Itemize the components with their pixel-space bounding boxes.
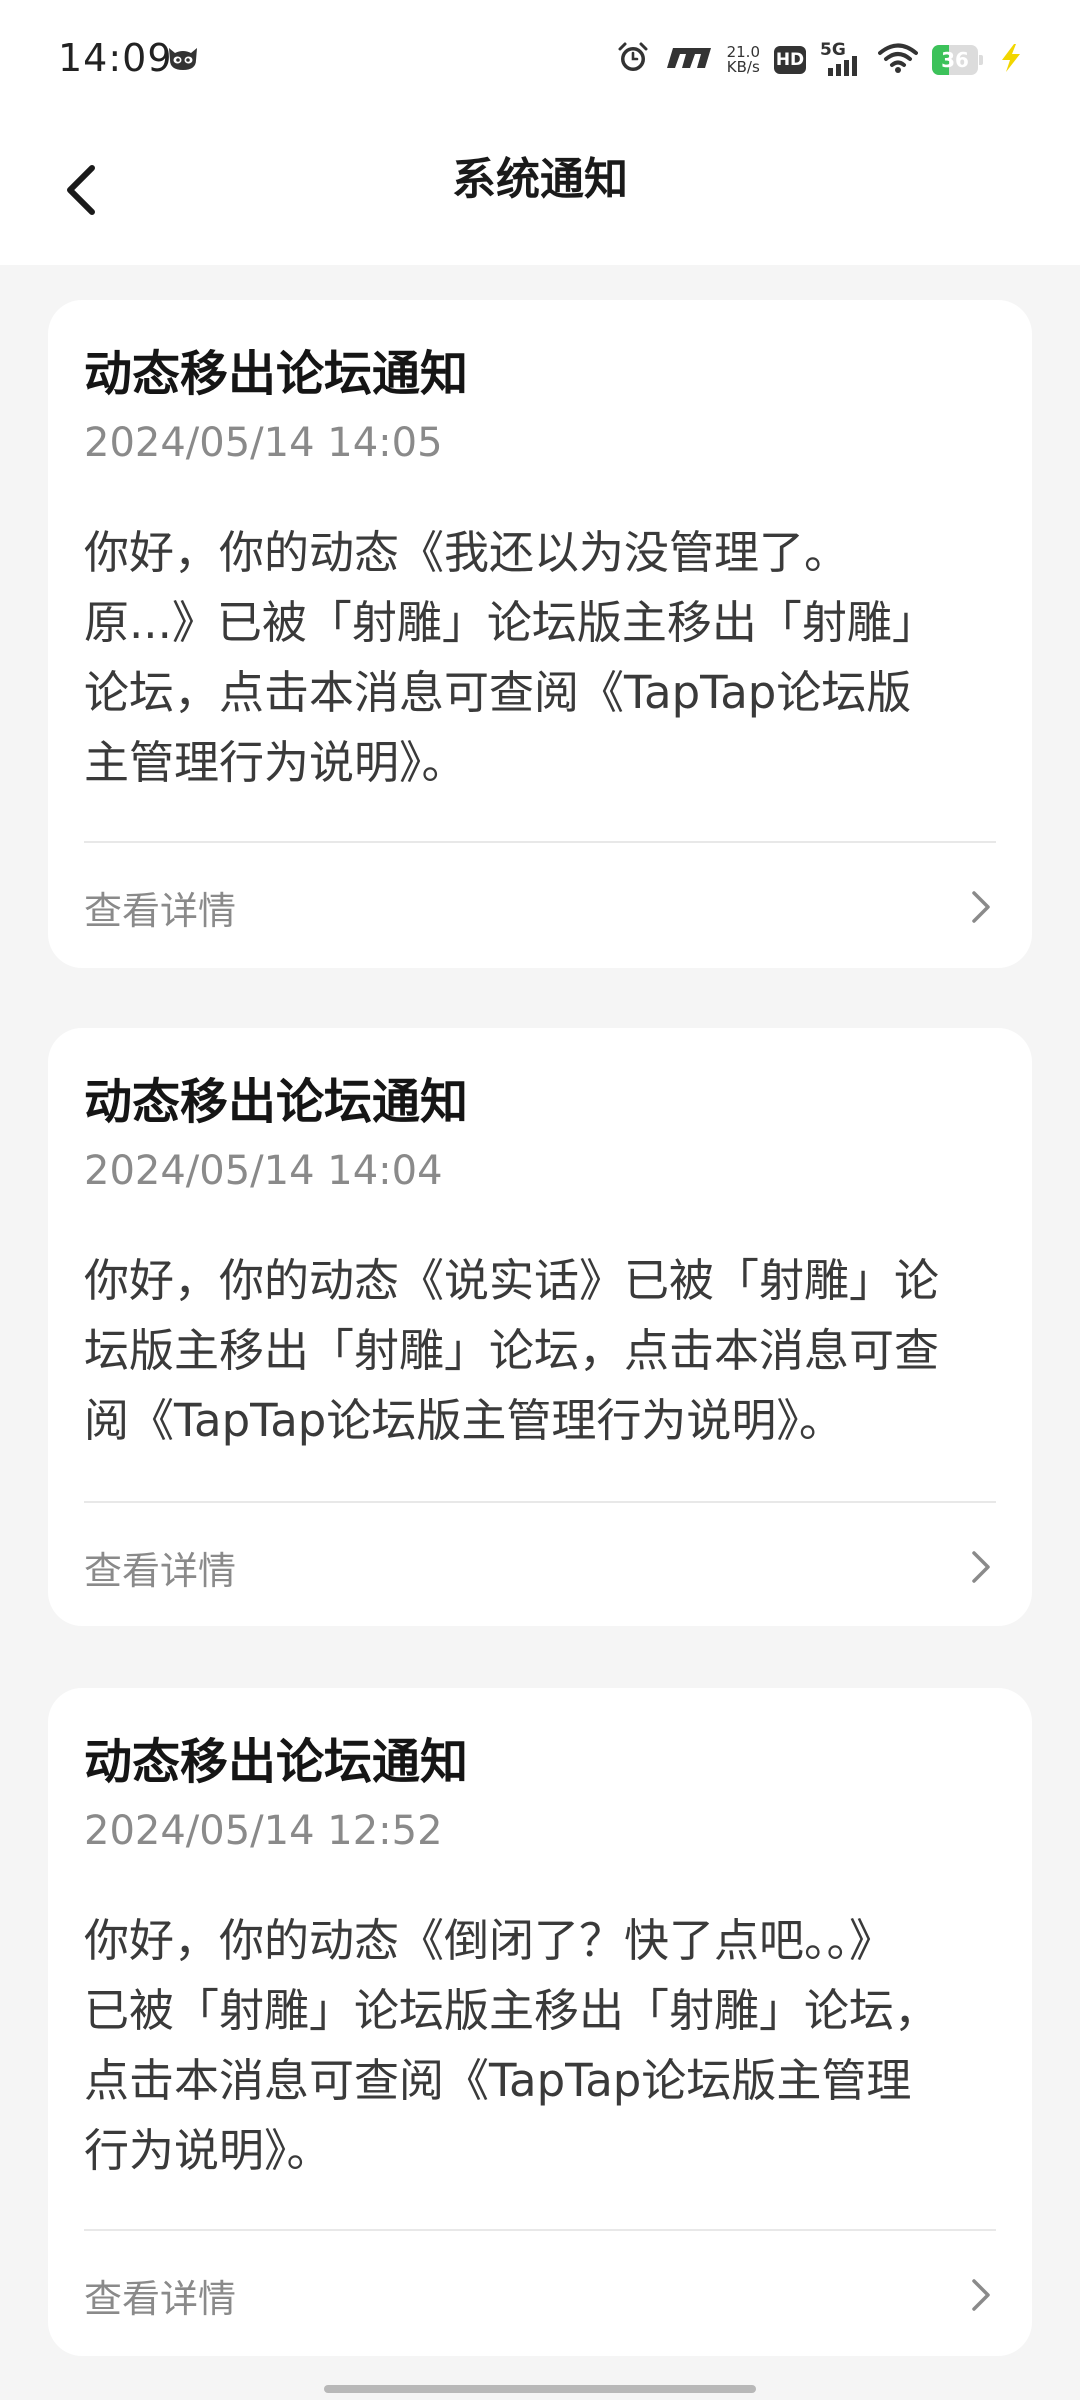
- page-title: 系统通知: [452, 154, 628, 205]
- card-divider: [84, 841, 996, 843]
- battery-level: 36: [941, 48, 969, 72]
- chevron-right-icon: [966, 2277, 996, 2313]
- nav-header: 系统通知: [0, 120, 1080, 265]
- notification-title: 动态移出论坛通知: [84, 346, 469, 402]
- alarm-icon: [615, 40, 651, 80]
- view-details-label: 查看详情: [84, 888, 237, 933]
- notification-title: 动态移出论坛通知: [84, 1074, 469, 1130]
- notification-body: 你好，你的动态《我还以为没管理了。 原...》已被「射雕」论坛版主移出「射雕」 …: [84, 526, 937, 789]
- net-speed-unit: KB/s: [726, 58, 760, 76]
- notification-body: 你好，你的动态《倒闭了？快了点吧。。》 已被「射雕」论坛版主移出「射雕」论坛， …: [84, 1914, 940, 2177]
- notification-title: 动态移出论坛通知: [84, 1734, 469, 1790]
- wifi-icon: [878, 42, 918, 78]
- card-divider: [84, 2229, 996, 2231]
- hd-icon: HD: [774, 46, 806, 74]
- chevron-right-icon: [966, 889, 996, 925]
- battery-icon: 36: [932, 45, 984, 75]
- home-indicator[interactable]: [324, 2385, 756, 2393]
- view-details-button[interactable]: 查看详情: [84, 862, 996, 952]
- status-icons: 21.0 KB/s HD 5G 36: [615, 38, 1024, 82]
- view-details-label: 查看详情: [84, 1548, 237, 1593]
- chevron-right-icon: [966, 1549, 996, 1585]
- notification-body: 你好，你的动态《说实话》已被「射雕」论 坛版主移出「射雕」论坛，点击本消息可查 …: [84, 1254, 940, 1447]
- notification-card[interactable]: 动态移出论坛通知 2024/05/14 12:52 你好，你的动态《倒闭了？快了…: [48, 1688, 1032, 2356]
- notification-card[interactable]: 动态移出论坛通知 2024/05/14 14:04 你好，你的动态《说实话》已被…: [48, 1028, 1032, 1626]
- status-bar: 14:09 21.0 KB/s HD 5G 36: [0, 0, 1080, 120]
- hd-label: HD: [775, 50, 805, 70]
- view-details-label: 查看详情: [84, 2276, 237, 2321]
- notification-time: 2024/05/14 14:04: [84, 1148, 443, 1194]
- cat-face-icon: [166, 44, 200, 72]
- notification-time: 2024/05/14 14:05: [84, 420, 443, 466]
- notification-card[interactable]: 动态移出论坛通知 2024/05/14 14:05 你好，你的动态《我还以为没管…: [48, 300, 1032, 968]
- charging-bolt-icon: [998, 42, 1024, 78]
- card-divider: [84, 1501, 996, 1503]
- notification-time: 2024/05/14 12:52: [84, 1808, 443, 1854]
- net-speed: 21.0 KB/s: [727, 45, 760, 75]
- status-time: 14:09: [58, 36, 173, 80]
- view-details-button[interactable]: 查看详情: [84, 1522, 996, 1612]
- view-details-button[interactable]: 查看详情: [84, 2250, 996, 2340]
- signal-5g-icon: 5G: [820, 42, 864, 78]
- carrier-logo-icon: [665, 44, 713, 76]
